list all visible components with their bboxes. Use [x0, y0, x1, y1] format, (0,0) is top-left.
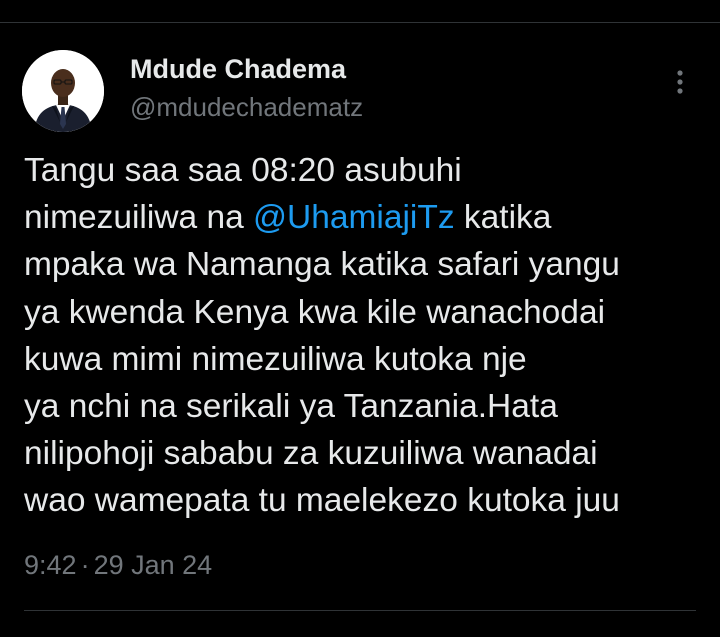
tweet-timestamp[interactable]: 9:42 · 29 Jan 24	[24, 550, 212, 581]
tweet-line: mpaka wa Namanga katika safari yangu	[24, 246, 620, 284]
avatar[interactable]	[22, 50, 104, 132]
tweet-line: wao wamepata tu maelekezo kutoka juu	[24, 482, 620, 520]
tweet-line: kuwa mimi nimezuiliwa kutoka nje	[24, 340, 527, 378]
tweet-line: nimezuiliwa na @UhamiajiTz katika	[24, 194, 704, 241]
tweet-text-segment: katika	[454, 199, 552, 237]
tweet-line: ya nchi na serikali ya Tanzania.Hata	[24, 388, 558, 426]
tweet-text-segment: nimezuiliwa na	[24, 199, 254, 237]
meta-separator: ·	[80, 550, 90, 580]
author-handle[interactable]: @mdudechadematz	[130, 92, 363, 123]
tweet-date: 29 Jan 24	[93, 550, 213, 580]
tweet-text: Tangu saa saa 08:20 asubuhi nimezuiliwa …	[24, 147, 704, 525]
mention-link[interactable]: @UhamiajiTz	[253, 199, 455, 236]
tweet-line: Tangu saa saa 08:20 asubuhi	[24, 152, 462, 189]
top-divider	[0, 22, 720, 23]
more-vertical-icon	[677, 70, 683, 94]
more-options-button[interactable]	[662, 64, 698, 100]
avatar-person-icon	[22, 50, 104, 132]
tweet-line: ya kwenda Kenya kwa kile wanachodai	[24, 293, 606, 331]
author-display-name[interactable]: Mdude Chadema	[130, 54, 346, 85]
bottom-divider	[24, 610, 696, 611]
tweet-line: nilipohoji sababu za kuzuiliwa wanadai	[24, 435, 598, 473]
tweet-time: 9:42	[24, 550, 77, 580]
